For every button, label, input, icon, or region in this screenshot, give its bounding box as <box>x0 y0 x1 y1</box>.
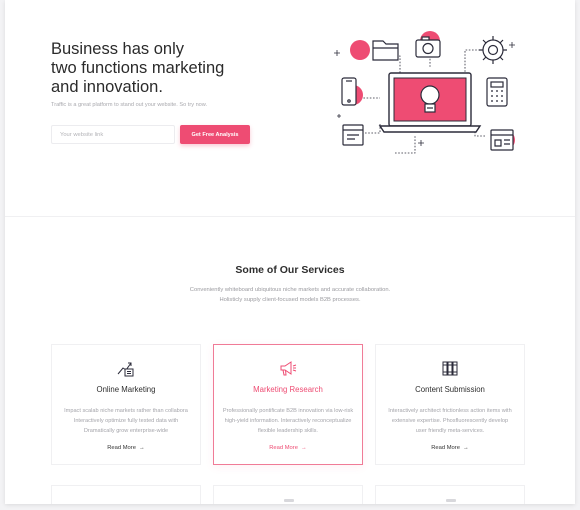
arrow-right-icon: → <box>300 445 307 451</box>
read-more-label: Read More <box>107 445 136 451</box>
card-desc-line: Professionally pontificate B2B innovatio… <box>222 408 354 414</box>
card-title: Online Marketing <box>96 385 156 394</box>
service-card-content-submission[interactable]: Content Submission Interactively archite… <box>375 344 525 465</box>
card-description: Interactively architect frictionless act… <box>381 406 519 436</box>
services-title: Some of Our Services <box>235 264 345 276</box>
binders-icon <box>442 361 458 376</box>
read-more-label: Read More <box>431 445 460 451</box>
hero-title-line: and innovation. <box>51 78 163 96</box>
calculator-icon <box>486 77 508 107</box>
read-more-link[interactable]: Read More → <box>376 445 524 451</box>
get-free-analysis-button[interactable]: Get Free Analysis <box>180 125 250 144</box>
camera-icon <box>415 36 441 58</box>
read-more-label: Read More <box>269 445 298 451</box>
page-frame: Business has only two functions marketin… <box>5 0 575 504</box>
arrow-right-icon: → <box>462 445 469 451</box>
circle-accent <box>350 40 370 60</box>
card-title: Marketing Research <box>253 385 323 394</box>
card-icon-partial <box>446 499 456 502</box>
browser-window-icon <box>342 124 364 146</box>
service-card-marketing-research[interactable]: Marketing Research Professionally pontif… <box>213 344 363 465</box>
service-card-partial[interactable] <box>213 485 363 504</box>
gear-icon <box>479 36 507 64</box>
read-more-link[interactable]: Read More → <box>52 445 200 451</box>
read-more-link[interactable]: Read More → <box>214 445 362 451</box>
phone-icon <box>341 77 357 106</box>
card-icon-partial <box>284 499 294 502</box>
growth-chart-icon <box>117 362 134 377</box>
section-divider <box>5 216 575 217</box>
service-card-partial[interactable] <box>375 485 525 504</box>
hero-section: Business has only two functions marketin… <box>5 0 575 215</box>
card-desc-line: Interactively optimize fully tested data… <box>73 418 179 424</box>
megaphone-icon <box>280 361 297 376</box>
website-link-input[interactable] <box>51 125 175 144</box>
card-desc-line: flexible leadership skills. <box>257 428 318 434</box>
card-desc-line: user friendly meta-services. <box>415 428 485 434</box>
hero-subtitle: Traffic is a great platform to stand out… <box>51 102 208 108</box>
card-desc-line: Dramatically grow enterprise-wide <box>83 428 169 434</box>
card-desc-line: extensive expertise. Phosfluorescently d… <box>391 418 509 424</box>
card-description: Professionally pontificate B2B innovatio… <box>219 406 357 436</box>
card-desc-line: Impact scalab niche markets rather than … <box>64 408 188 414</box>
services-description: Conveniently whiteboard ubiquitous niche… <box>150 285 430 305</box>
services-desc-line: Conveniently whiteboard ubiquitous niche… <box>189 287 391 293</box>
card-title: Content Submission <box>415 385 485 394</box>
card-description: Impact scalab niche markets rather than … <box>57 406 195 436</box>
card-desc-line: high-yield information. Interactively re… <box>224 418 352 424</box>
hero-title-line: two functions marketing <box>51 59 225 77</box>
browser-window-icon <box>490 129 514 151</box>
hero-title-line: Business has only <box>51 40 184 58</box>
hero-illustration <box>334 31 515 154</box>
service-card-online-marketing[interactable]: Online Marketing Impact scalab niche mar… <box>51 344 201 465</box>
arrow-right-icon: → <box>138 445 145 451</box>
folder-icon <box>372 40 399 61</box>
hero-title: Business has only two functions marketin… <box>51 40 251 97</box>
services-desc-line: Holisticly supply client-focused models … <box>219 297 361 303</box>
service-card-partial[interactable] <box>51 485 201 504</box>
card-desc-line: Interactively architect frictionless act… <box>388 408 512 414</box>
